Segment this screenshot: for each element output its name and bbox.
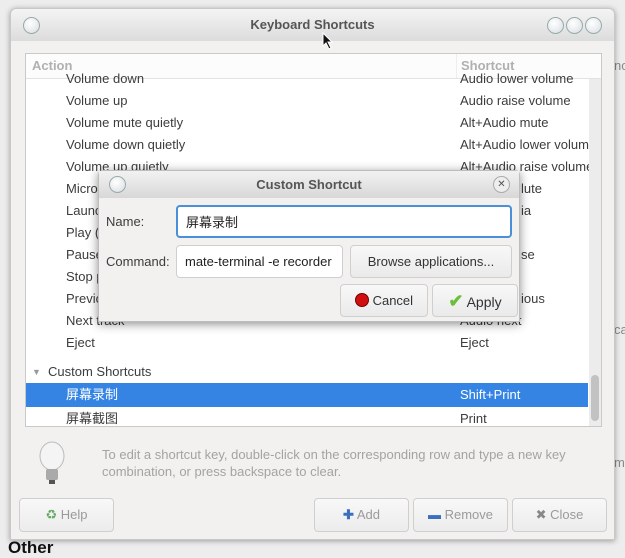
close-label: Close [550,507,584,522]
table-row[interactable]: 屏幕录制 Shift+Print [26,383,588,407]
close-x-icon: ✖ [535,507,547,522]
close-button[interactable]: ✖ Close [512,498,607,532]
hint-text: To edit a shortcut key, double-click on … [102,447,566,479]
name-label: Name: [106,214,145,229]
shortcut-cell: Audio raise volume [460,93,571,108]
maximize-button[interactable] [566,17,583,34]
shortcut-cell: Alt+Audio lower volume [460,137,597,152]
action-cell: Volume mute quietly [66,115,184,130]
shortcut-cell: Eject [460,335,489,350]
action-cell: Volume up [66,93,128,108]
dialog-title-bar[interactable]: Custom Shortcut [99,171,519,198]
remove-button[interactable]: ▬ Remove [413,498,508,532]
table-row[interactable]: Volume up Audio raise volume [26,90,588,112]
shortcut-cell: ia [521,203,532,218]
custom-shortcut-dialog: Custom Shortcut ✕ Name: 屏幕录制 Command: ma… [98,170,520,322]
table-row[interactable]: 屏幕截图 Print [26,408,588,426]
scrollbar[interactable] [589,79,601,426]
help-button[interactable]: ♻ Help [19,498,114,532]
browse-applications-button[interactable]: Browse applications... [350,245,512,278]
action-cell: Micro [66,181,98,196]
shortcut-cell: Alt+Audio mute [460,115,549,130]
command-input[interactable]: mate-terminal -e recorder [176,245,343,278]
action-cell: Volume down [66,71,145,86]
dialog-menu-button[interactable] [109,176,126,193]
name-input[interactable]: 屏幕录制 [176,205,512,238]
shortcut-cell: lute [521,181,542,196]
table-row[interactable]: Eject Eject [26,332,588,354]
checkmark-icon: ✔ [448,291,464,311]
action-cell: Play ( [66,225,100,240]
table-row[interactable]: Volume down Audio lower volume [26,68,588,90]
add-button[interactable]: ✚ Add [314,498,409,532]
mouse-cursor-icon [322,31,334,53]
cancel-button[interactable]: Cancel [340,284,428,317]
shortcut-cell: Print [460,411,487,426]
table-row[interactable]: Volume mute quietly Alt+Audio mute [26,112,588,134]
help-label: Help [60,507,88,522]
shortcut-cell: Audio lower volume [460,71,574,86]
add-label: Add [356,507,380,522]
shortcut-cell: se [521,247,535,262]
dialog-title: Custom Shortcut [256,177,362,192]
table-row[interactable]: Volume down quietly Alt+Audio lower volum… [26,134,596,156]
lightbulb-icon [37,439,67,487]
bg-heading: Other [8,538,54,557]
bg-text: ca [614,322,625,337]
action-cell: 屏幕录制 [66,387,119,402]
bg-text: no [614,58,625,73]
plus-icon: ✚ [343,507,354,522]
action-cell: Volume down quietly [66,137,186,152]
action-cell: 屏幕截图 [66,411,119,426]
group-row-custom[interactable]: ▼ Custom Shortcuts [26,361,588,383]
scrollbar-thumb[interactable] [591,375,599,421]
cancel-label: Cancel [372,293,414,308]
dialog-close-icon[interactable]: ✕ [493,176,510,193]
apply-label: Apply [466,294,502,310]
shortcut-cell: Shift+Print [460,387,521,402]
help-icon: ♻ [45,507,58,522]
command-label: Command: [106,254,170,269]
bg-text: m [614,455,625,470]
group-label: Custom Shortcuts [48,364,152,379]
expander-down-icon[interactable]: ▼ [32,361,41,383]
minus-icon: ▬ [427,507,441,522]
apply-button[interactable]: ✔ Apply [432,284,518,317]
close-window-button[interactable] [585,17,602,34]
action-cell: Launc [66,203,102,218]
title-bar[interactable]: Keyboard Shortcuts [11,9,614,41]
remove-label: Remove [444,507,494,522]
shortcut-cell: ious [521,291,545,306]
action-cell: Eject [66,335,95,350]
stop-icon [354,293,369,307]
window-title: Keyboard Shortcuts [250,17,375,32]
minimize-button[interactable] [547,17,564,34]
window-menu-button[interactable] [23,17,40,34]
